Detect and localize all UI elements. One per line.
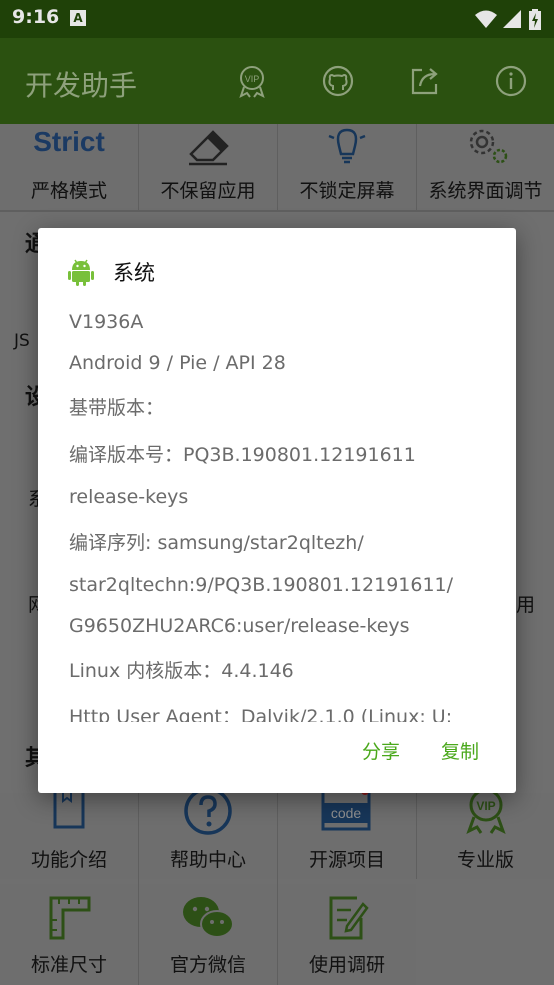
divider [277, 793, 278, 985]
info-line: Android 9 / Pie / API 28 [69, 352, 286, 374]
signal-icon [503, 10, 521, 28]
tile-label: 系统界面调节 [428, 180, 543, 202]
android-icon [68, 259, 94, 286]
info-line: 编译序列: samsung/star2qltezh/ [69, 532, 364, 554]
tile-label: 帮助中心 [169, 849, 246, 871]
tile-dont-keep-activities[interactable]: 不保留应用 [139, 124, 277, 210]
vip-icon[interactable]: VIP [235, 64, 269, 98]
app-title: 开发助手 [25, 69, 138, 102]
tile-stay-awake[interactable]: 不锁定屏幕 [278, 124, 416, 210]
help-icon [184, 787, 232, 835]
tile-standard-size[interactable]: 标准尺寸 [0, 884, 138, 985]
tile-label: 官方微信 [169, 954, 246, 976]
info-line: release-keys [69, 486, 189, 508]
info-line: Linux 内核版本：4.4.146 [69, 660, 294, 682]
strict-icon: Strict [33, 126, 105, 157]
code-icon: code [321, 787, 371, 831]
tile-label: 严格模式 [30, 180, 107, 202]
eraser-icon [189, 130, 229, 166]
dialog-body[interactable]: V1936A Android 9 / Pie / API 28 基带版本： 编译… [69, 312, 489, 722]
divider [138, 124, 139, 210]
info-line: 基带版本： [69, 397, 165, 419]
tile-features[interactable]: 功能介绍 [0, 785, 138, 879]
divider [138, 793, 139, 985]
bulb-icon [328, 128, 366, 164]
svg-text:code: code [331, 805, 362, 821]
tile-label: 不保留应用 [160, 180, 256, 202]
gears-icon [469, 129, 507, 164]
tile-open-source[interactable]: code 开源项目 [278, 787, 416, 879]
tile-official-wechat[interactable]: 官方微信 [139, 884, 277, 985]
text-fragment: 用 [516, 594, 536, 616]
info-line: V1936A [69, 312, 144, 333]
info-line: 编译版本号：PQ3B.190801.12191611 [69, 444, 416, 466]
tile-system-ui-tuner[interactable]: 系统界面调节 [417, 124, 554, 210]
info-line: G9650ZHU2ARC6:user/release-keys [69, 615, 410, 637]
divider [0, 210, 554, 212]
info-icon[interactable] [494, 64, 528, 98]
status-bar: 9:16 A [0, 0, 554, 38]
tile-user-survey[interactable]: 使用调研 [278, 884, 416, 985]
tile-label: 开源项目 [308, 849, 385, 871]
svg-text:VIP: VIP [245, 74, 260, 84]
ruler-icon [49, 896, 91, 940]
text-fragment: JS [14, 331, 30, 351]
share-button[interactable]: 分享 [362, 737, 400, 764]
divider [416, 793, 417, 879]
tile-strict-mode[interactable]: Strict 严格模式 [0, 124, 138, 210]
vip-badge-icon: VIP [465, 788, 506, 835]
app-bar: 开发助手 VIP [0, 38, 554, 124]
tile-label: 专业版 [456, 849, 514, 871]
tile-label: 不锁定屏幕 [299, 180, 395, 202]
survey-icon [329, 896, 369, 940]
system-info-dialog: 系统 V1936A Android 9 / Pie / API 28 基带版本：… [38, 228, 516, 793]
battery-icon [529, 9, 541, 30]
tile-pro-version[interactable]: VIP 专业版 [417, 788, 554, 879]
divider [277, 124, 278, 210]
divider [416, 124, 417, 210]
tile-label: 使用调研 [308, 954, 385, 976]
svg-text:VIP: VIP [476, 799, 495, 813]
info-line: Http User Agent：Dalvik/2.1.0 (Linux; U; [69, 706, 453, 723]
wechat-icon [183, 897, 234, 938]
tile-label: 标准尺寸 [30, 954, 107, 976]
dialog-title: 系统 [113, 261, 155, 285]
info-line: star2qltechn:9/PQ3B.190801.12191611/ [69, 574, 454, 596]
tile-help-center[interactable]: 帮助中心 [139, 787, 277, 879]
copy-button[interactable]: 复制 [441, 737, 479, 764]
status-time: 9:16 [12, 6, 60, 28]
notification-icon: A [70, 10, 86, 26]
github-icon[interactable] [321, 64, 355, 98]
share-icon[interactable] [408, 64, 442, 98]
tile-label: 功能介绍 [30, 849, 107, 871]
wifi-icon [475, 10, 497, 28]
